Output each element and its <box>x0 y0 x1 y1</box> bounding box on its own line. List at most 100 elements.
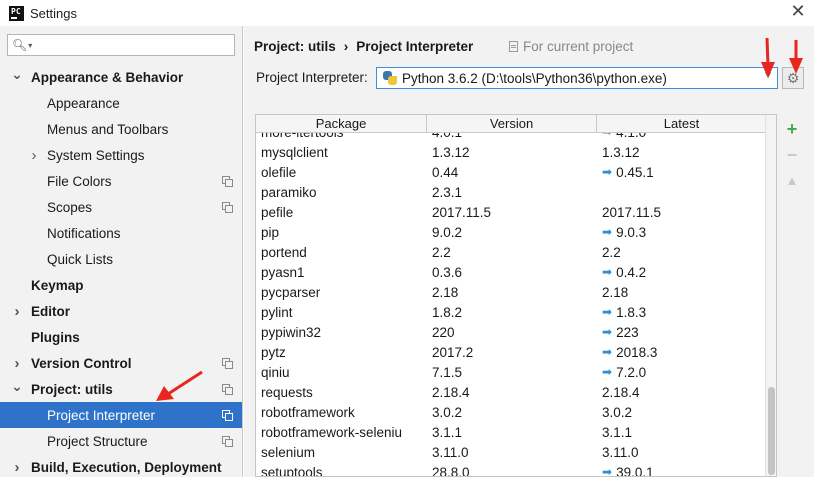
package-latest-value: 2.2 <box>602 244 621 260</box>
search-input[interactable] <box>36 36 234 54</box>
chevron-down-icon[interactable]: ▼ <box>763 70 773 81</box>
package-latest-value: 3.1.1 <box>602 424 633 440</box>
upgrade-available-icon: ➡ <box>602 305 613 319</box>
package-name-cell: requests <box>261 384 313 400</box>
package-name-cell: pycparser <box>261 284 321 300</box>
package-version-cell: 220 <box>432 324 455 340</box>
package-latest-cell: 1.3.12 <box>597 145 766 160</box>
package-version-cell: 0.44 <box>432 164 459 180</box>
package-name-cell: pytz <box>261 344 286 360</box>
package-name-cell: pypiwin32 <box>261 324 322 340</box>
table-row[interactable]: requests 2.18.4 2.18.4 <box>256 382 766 402</box>
project-scope-icon <box>222 202 233 213</box>
sidebar-item-label: Build, Execution, Deployment <box>31 459 222 475</box>
table-row[interactable]: robotframework 3.0.2 3.0.2 <box>256 402 766 422</box>
search-dropdown-caret-icon[interactable]: ▾ <box>28 41 32 50</box>
sidebar-item-system-settings[interactable]: › System Settings <box>0 142 242 168</box>
package-latest-cell: ➡ 0.45.1 <box>597 165 766 180</box>
for-current-project-label: For current project <box>523 39 634 54</box>
sidebar-item-notifications[interactable]: Notifications <box>0 220 242 246</box>
column-header-package[interactable]: Package <box>256 115 427 133</box>
column-header-latest[interactable]: Latest <box>597 115 766 133</box>
chevron-right-icon[interactable]: › <box>28 147 40 164</box>
sidebar-item-label: Quick Lists <box>47 251 114 267</box>
table-row[interactable]: qiniu 7.1.5 ➡ 7.2.0 <box>256 362 766 382</box>
sidebar-item-label: Appearance & Behavior <box>31 69 184 85</box>
package-latest-cell: ➡ 39.0.1 <box>597 465 766 477</box>
sidebar-item-label: Keymap <box>31 277 84 293</box>
package-latest-cell: 2.18.4 <box>597 385 766 400</box>
table-row[interactable]: robotframework-seleniu 3.1.1 3.1.1 <box>256 422 766 442</box>
window-title: Settings <box>30 5 77 21</box>
package-version-cell: 1.8.2 <box>432 304 463 320</box>
table-row[interactable]: pypiwin32 220 ➡ 223 <box>256 322 766 342</box>
interpreter-label: Project Interpreter: <box>256 70 368 85</box>
package-version-cell: 3.1.1 <box>432 424 463 440</box>
package-latest-cell: 3.11.0 <box>597 445 766 460</box>
table-row[interactable]: portend 2.2 2.2 <box>256 242 766 262</box>
chevron-down-icon[interactable]: ⌄ <box>11 66 23 83</box>
package-latest-value: 39.0.1 <box>616 464 654 477</box>
package-name-cell: robotframework <box>261 404 355 420</box>
sidebar-item-keymap[interactable]: Keymap <box>0 272 242 298</box>
sidebar-item-version-control[interactable]: › Version Control <box>0 350 242 376</box>
table-row[interactable]: pylint 1.8.2 ➡ 1.8.3 <box>256 302 766 322</box>
table-row[interactable]: mysqlclient 1.3.12 1.3.12 <box>256 142 766 162</box>
chevron-right-icon[interactable]: › <box>11 459 23 476</box>
column-header-version[interactable]: Version <box>427 115 597 133</box>
sidebar-item-label: File Colors <box>47 173 112 189</box>
sidebar-item-file-colors[interactable]: File Colors <box>0 168 242 194</box>
table-row[interactable]: pycparser 2.18 2.18 <box>256 282 766 302</box>
upgrade-package-button[interactable]: ▲ <box>780 168 804 194</box>
sidebar-item-project-utils[interactable]: ⌄ Project: utils <box>0 376 242 402</box>
add-package-button[interactable]: + <box>780 116 804 142</box>
package-name-cell: pip <box>261 224 280 240</box>
interpreter-select[interactable]: Python 3.6.2 (D:\tools\Python36\python.e… <box>376 67 778 89</box>
gear-icon[interactable]: ⚙ <box>782 67 804 89</box>
table-row[interactable]: paramiko 2.3.1 <box>256 182 766 202</box>
table-row[interactable]: pefile 2017.11.5 2017.11.5 <box>256 202 766 222</box>
package-name-cell: portend <box>261 244 307 260</box>
packages-table-header: Package Version Latest <box>256 115 766 133</box>
package-latest-value: 3.11.0 <box>602 444 639 460</box>
table-row[interactable]: pyasn1 0.3.6 ➡ 0.4.2 <box>256 262 766 282</box>
package-latest-value: 9.0.3 <box>616 224 647 240</box>
breadcrumb-page: Project Interpreter <box>356 39 474 54</box>
vertical-scrollbar[interactable] <box>765 115 776 476</box>
sidebar-item-appearance-behavior[interactable]: ⌄ Appearance & Behavior <box>0 64 242 90</box>
sidebar-item-project-interpreter[interactable]: Project Interpreter <box>0 402 242 428</box>
package-latest-value: 2017.11.5 <box>602 204 662 220</box>
project-scope-icon <box>222 410 233 421</box>
package-version-cell: 2.18 <box>432 284 459 300</box>
chevron-right-icon[interactable]: › <box>11 355 23 372</box>
table-row[interactable]: pip 9.0.2 ➡ 9.0.3 <box>256 222 766 242</box>
table-row[interactable]: selenium 3.11.0 3.11.0 <box>256 442 766 462</box>
sidebar-item-menus-and-toolbars[interactable]: Menus and Toolbars <box>0 116 242 142</box>
package-name-cell: mysqlclient <box>261 144 328 160</box>
close-icon[interactable]: ✕ <box>788 2 808 22</box>
project-scope-icon <box>222 436 233 447</box>
chevron-down-icon[interactable]: ⌄ <box>11 378 23 395</box>
settings-search[interactable]: 🔍︎ ▾ <box>7 34 235 56</box>
sidebar-item-project-structure[interactable]: Project Structure <box>0 428 242 454</box>
table-row[interactable]: olefile 0.44 ➡ 0.45.1 <box>256 162 766 182</box>
package-version-cell: 3.11.0 <box>432 444 469 460</box>
package-latest-cell: 3.1.1 <box>597 425 766 440</box>
package-latest-cell: ➡ 7.2.0 <box>597 365 766 380</box>
sidebar-item-quick-lists[interactable]: Quick Lists <box>0 246 242 272</box>
sidebar-item-build-execution-deployment[interactable]: › Build, Execution, Deployment <box>0 454 242 477</box>
package-latest-cell: ➡ 2018.3 <box>597 345 766 360</box>
table-row[interactable]: setuptools 28.8.0 ➡ 39.0.1 <box>256 462 766 477</box>
sidebar-item-plugins[interactable]: Plugins <box>0 324 242 350</box>
sidebar-item-editor[interactable]: › Editor <box>0 298 242 324</box>
package-version-cell: 2017.2 <box>432 344 474 360</box>
remove-package-button[interactable]: − <box>780 142 804 168</box>
sidebar-item-label: Project Structure <box>47 433 148 449</box>
sidebar-item-scopes[interactable]: Scopes <box>0 194 242 220</box>
scrollbar-thumb[interactable] <box>768 387 775 475</box>
package-version-cell: 0.3.6 <box>432 264 463 280</box>
table-row[interactable]: pytz 2017.2 ➡ 2018.3 <box>256 342 766 362</box>
sidebar-item-appearance[interactable]: Appearance <box>0 90 242 116</box>
project-scope-icon <box>222 176 233 187</box>
chevron-right-icon[interactable]: › <box>11 303 23 320</box>
